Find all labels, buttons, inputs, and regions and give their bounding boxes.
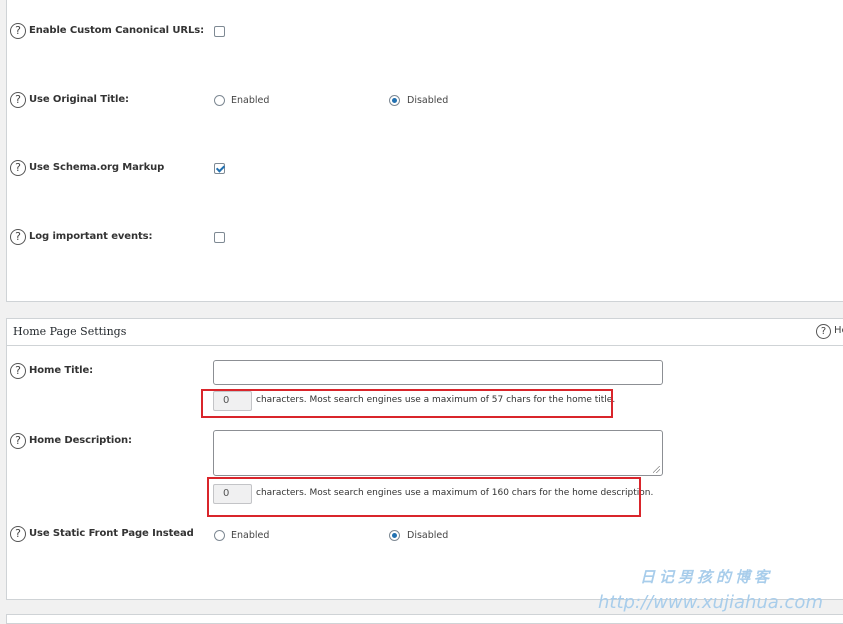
section-title: Home Page Settings — [13, 325, 127, 338]
home-description-textarea[interactable] — [213, 430, 663, 476]
static-front-page-disabled-radio[interactable] — [389, 530, 400, 541]
original-title-label: Use Original Title: — [29, 94, 129, 105]
help-icon[interactable]: ? — [10, 160, 26, 176]
resize-grip-icon[interactable] — [653, 466, 660, 473]
home-title-input[interactable] — [213, 360, 663, 385]
help-icon[interactable]: ? — [10, 433, 26, 449]
original-title-disabled-label: Disabled — [407, 95, 449, 106]
original-title-enabled-label: Enabled — [231, 95, 270, 106]
canonical-urls-label: Enable Custom Canonical URLs: — [29, 25, 204, 36]
static-front-page-enabled-label: Enabled — [231, 530, 270, 541]
canonical-urls-row: ? Enable Custom Canonical URLs: — [7, 20, 843, 50]
original-title-row: ? Use Original Title: Enabled Disabled — [7, 89, 843, 119]
canonical-urls-checkbox[interactable] — [214, 26, 225, 37]
help-icon[interactable]: ? — [10, 526, 26, 542]
highlight-box-title-counter — [201, 389, 613, 418]
original-title-disabled-radio[interactable] — [389, 95, 400, 106]
home-description-label: Home Description: — [29, 435, 132, 446]
help-icon[interactable]: ? — [10, 229, 26, 245]
home-title-label: Home Title: — [29, 365, 94, 376]
schema-markup-checkbox[interactable] — [214, 163, 225, 174]
static-front-page-enabled-radio[interactable] — [214, 530, 225, 541]
schema-markup-row: ? Use Schema.org Markup — [7, 157, 843, 187]
log-events-label: Log important events: — [29, 231, 153, 242]
original-title-enabled-radio[interactable] — [214, 95, 225, 106]
log-events-row: ? Log important events: — [7, 226, 843, 256]
highlight-box-description-counter — [207, 477, 641, 517]
next-panel-edge — [6, 614, 843, 624]
section-header: Home Page Settings ? He — [7, 319, 843, 346]
log-events-checkbox[interactable] — [214, 232, 225, 243]
watermark-url: http://www.xujiahua.com — [598, 592, 823, 613]
general-settings-panel: ? Enable Custom Canonical URLs: ? Use Or… — [6, 0, 843, 302]
help-icon[interactable]: ? — [10, 23, 26, 39]
help-icon[interactable]: ? — [10, 363, 26, 379]
static-front-page-disabled-label: Disabled — [407, 530, 449, 541]
static-front-page-label: Use Static Front Page Instead — [29, 528, 194, 539]
home-page-settings-panel: Home Page Settings ? He ? Home Title: 0 … — [6, 318, 843, 600]
help-icon[interactable]: ? — [816, 324, 831, 339]
watermark-text: 日记男孩的博客 — [640, 568, 774, 586]
schema-markup-label: Use Schema.org Markup — [29, 162, 165, 173]
help-toggle-text[interactable]: He — [834, 325, 843, 336]
help-icon[interactable]: ? — [10, 92, 26, 108]
